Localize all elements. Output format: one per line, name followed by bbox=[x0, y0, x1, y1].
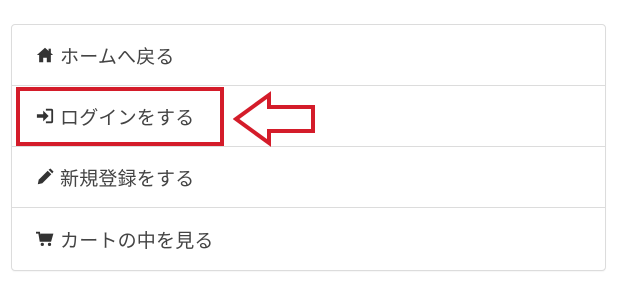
sign-in-icon bbox=[36, 107, 54, 125]
menu-item-login[interactable]: ログインをする bbox=[12, 86, 605, 147]
menu-list: ホームへ戻る ログインをする 新規登録をする カートの中を見る bbox=[11, 24, 606, 271]
home-icon bbox=[36, 46, 54, 64]
pencil-icon bbox=[36, 168, 54, 186]
menu-item-register[interactable]: 新規登録をする bbox=[12, 147, 605, 208]
menu-item-cart[interactable]: カートの中を見る bbox=[12, 208, 605, 270]
cart-icon bbox=[36, 230, 54, 248]
menu-item-home[interactable]: ホームへ戻る bbox=[12, 25, 605, 86]
menu-item-label: ホームへ戻る bbox=[60, 45, 175, 68]
menu-item-label: 新規登録をする bbox=[60, 167, 195, 190]
menu-item-label: カートの中を見る bbox=[60, 229, 214, 252]
menu-item-label: ログインをする bbox=[60, 106, 195, 129]
